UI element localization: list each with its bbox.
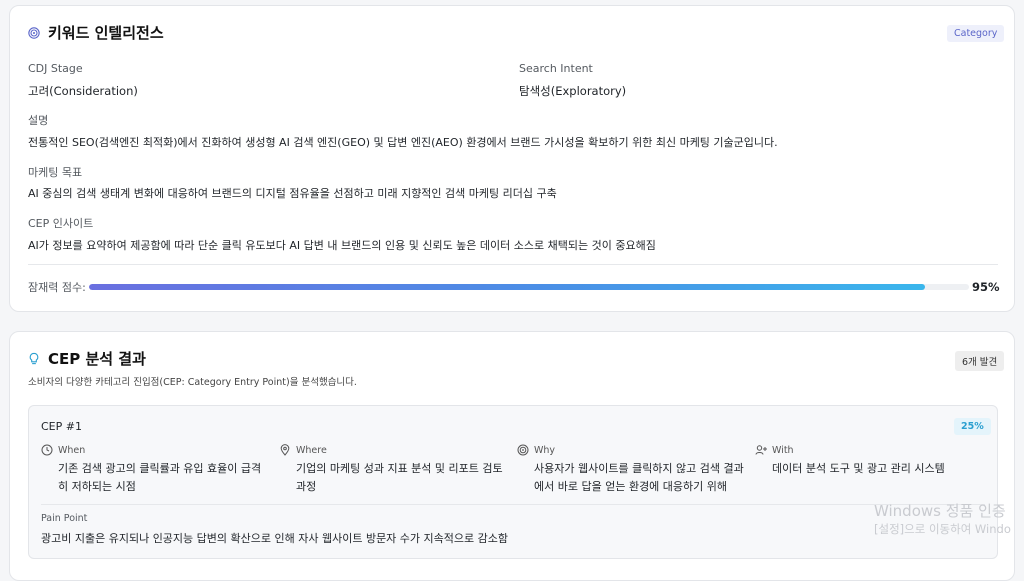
- divider: [28, 264, 998, 265]
- found-count-badge: 6개 발견: [955, 351, 1005, 371]
- cep-insight-label: CEP 인사이트: [28, 217, 94, 230]
- keyword-intelligence-card: 키워드 인텔리전스 Category CDJ Stage 고려(Consider…: [9, 5, 1015, 312]
- target-icon: [517, 444, 529, 456]
- target-icon: [28, 26, 40, 39]
- clock-icon: [41, 444, 53, 456]
- windows-activation-watermark: Windows 정품 인증: [874, 502, 1006, 520]
- pain-point-label: Pain Point: [41, 513, 88, 524]
- cep-card-title: CEP 분석 결과: [48, 350, 146, 368]
- windows-activation-hint: [설정]으로 이동하여 Windo: [874, 522, 1011, 536]
- potential-score-bar: [89, 284, 969, 290]
- cep-card-subtitle: 소비자의 다양한 카테고리 진입점(CEP: Category Entry Po…: [28, 377, 357, 388]
- potential-score-label: 잠재력 점수:: [28, 281, 86, 294]
- pain-point-value: 광고비 지출은 유지되나 인공지능 답변의 확산으로 인해 자사 웹사이트 방문…: [41, 532, 508, 545]
- cep-item-percent: 25%: [954, 418, 991, 435]
- cep-item-title: CEP #1: [41, 420, 82, 433]
- cep-where-label: Where: [296, 444, 327, 456]
- cdj-stage-value: 고려(Consideration): [28, 84, 138, 98]
- description-value: 전통적인 SEO(검색엔진 최적화)에서 진화하여 생성형 AI 검색 엔진(G…: [28, 136, 778, 149]
- cep-with-value: 데이터 분석 도구 및 광고 관리 시스템: [772, 462, 945, 475]
- cep-with-label: With: [772, 444, 794, 456]
- description-label: 설명: [28, 114, 49, 127]
- user-plus-icon: [755, 444, 767, 456]
- search-intent-value: 탐색성(Exploratory): [519, 84, 627, 98]
- cep-item-divider: [41, 504, 985, 505]
- cep-where: Where 기업의 마케팅 성과 지표 분석 및 리포트 검토 과정: [279, 444, 509, 496]
- search-intent-label: Search Intent: [519, 62, 593, 75]
- cep-why-value: 사용자가 웹사이트를 클릭하지 않고 검색 결과에서 바로 답을 얻는 환경에 …: [534, 462, 744, 493]
- category-badge: Category: [947, 25, 1005, 42]
- marketing-goal-value: AI 중심의 검색 생태계 변화에 대응하여 브랜드의 디지털 점유율을 선점하…: [28, 187, 557, 200]
- cep-why-label: Why: [534, 444, 556, 456]
- cep-when-value: 기존 검색 광고의 클릭률과 유입 효율이 급격히 저하되는 시점: [58, 462, 262, 493]
- lightbulb-icon: [28, 352, 40, 365]
- marketing-goal-label: 마케팅 목표: [28, 166, 83, 179]
- cep-why: Why 사용자가 웹사이트를 클릭하지 않고 검색 결과에서 바로 답을 얻는 …: [517, 444, 747, 496]
- cdj-stage-label: CDJ Stage: [28, 62, 83, 75]
- cep-insight-value: AI가 정보를 요약하여 제공함에 따라 단순 클릭 유도보다 AI 답변 내 …: [28, 239, 656, 252]
- cep-where-value: 기업의 마케팅 성과 지표 분석 및 리포트 검토 과정: [296, 462, 503, 493]
- keyword-card-title: 키워드 인텔리전스: [48, 24, 164, 42]
- cep-item: CEP #1 25% When 기존 검색 광고의 클릭률과 유입 효율이 급격…: [28, 405, 998, 559]
- cep-analysis-card: CEP 분석 결과 6개 발견 소비자의 다양한 카테고리 진입점(CEP: C…: [9, 331, 1015, 581]
- cep-card-header: CEP 분석 결과: [28, 348, 146, 369]
- cep-with: With 데이터 분석 도구 및 광고 관리 시스템: [755, 444, 985, 478]
- cep-when: When 기존 검색 광고의 클릭률과 유입 효율이 급격히 저하되는 시점: [41, 444, 271, 496]
- potential-score-value: 95%: [972, 280, 1000, 294]
- map-pin-icon: [279, 444, 291, 456]
- keyword-card-header: 키워드 인텔리전스: [28, 22, 164, 43]
- potential-score-fill: [89, 284, 925, 290]
- cep-when-label: When: [58, 444, 86, 456]
